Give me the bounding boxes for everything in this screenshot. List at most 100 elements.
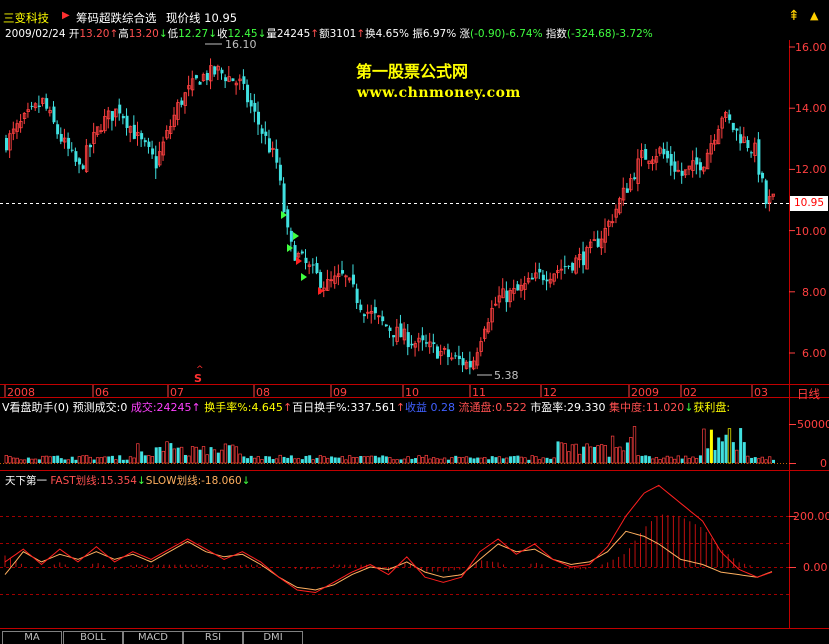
tab-macd[interactable]: MACD xyxy=(123,631,183,644)
candle-body xyxy=(56,124,60,135)
down-arrow-icon: ↓ xyxy=(136,475,146,487)
candle-body xyxy=(260,128,264,134)
volume-bar xyxy=(735,449,739,464)
volume-bar xyxy=(658,459,662,464)
candle-body xyxy=(644,148,648,160)
candle-body xyxy=(278,164,282,181)
volume-bar xyxy=(753,457,757,463)
kd-panel-title[interactable]: 天下第一 xyxy=(5,475,47,487)
low-mark: 5.38 xyxy=(494,369,519,382)
price-label-10: 10.00 xyxy=(795,225,827,238)
volume-bar xyxy=(33,458,38,464)
volume-bar xyxy=(209,447,213,463)
volume-panel-title[interactable]: V看盘助手(0) xyxy=(2,401,69,413)
volume-bar xyxy=(11,457,16,464)
price-label-8: 8.00 xyxy=(802,286,827,299)
kd-axis-top: 200.00 xyxy=(793,510,829,523)
volume-bar xyxy=(530,455,534,464)
candle-body xyxy=(739,134,743,144)
volume-bar xyxy=(359,456,363,463)
volume-bar xyxy=(479,457,483,464)
candle-body xyxy=(286,209,290,228)
volume-bar xyxy=(300,459,304,463)
volume-bar xyxy=(136,443,140,464)
volume-bar xyxy=(253,457,257,464)
candle-body xyxy=(567,265,571,267)
volume-bar xyxy=(128,456,133,464)
volume-bar xyxy=(567,451,571,464)
volume-bar xyxy=(242,456,246,463)
volume-bar xyxy=(431,457,436,464)
candle-body xyxy=(67,137,71,149)
volume-bar xyxy=(66,459,71,464)
tab-ma[interactable]: MA xyxy=(2,631,62,644)
candle-body xyxy=(257,111,261,125)
volume-bar xyxy=(428,458,432,464)
high-mark: 16.10 xyxy=(225,38,257,51)
candle-body xyxy=(220,69,224,74)
volume-bar xyxy=(212,449,217,464)
volume-bar xyxy=(669,456,673,464)
volume-bar xyxy=(457,456,461,464)
volume-bar xyxy=(362,456,366,464)
volume-bar xyxy=(95,457,100,464)
candle-body xyxy=(373,307,377,314)
candle-body xyxy=(37,105,41,107)
candle-body xyxy=(304,257,308,264)
volume-bar xyxy=(187,455,191,464)
time-label: 2009 xyxy=(631,386,659,399)
volume-bar xyxy=(4,455,8,464)
volume-bar xyxy=(618,446,622,464)
volume-bar xyxy=(494,457,498,463)
volume-bar xyxy=(435,458,439,464)
volume-bar xyxy=(366,456,370,464)
volume-bar xyxy=(198,449,202,463)
candle-body xyxy=(249,100,253,107)
candle-body xyxy=(45,98,49,109)
period-selector[interactable]: 日线 xyxy=(797,386,820,402)
volume-bar xyxy=(74,459,78,463)
candle-body xyxy=(300,251,304,254)
candle-body xyxy=(315,263,319,274)
volume-bar xyxy=(59,458,63,463)
volume-bar xyxy=(636,455,640,464)
volume-bar xyxy=(118,455,122,463)
volume-bar xyxy=(610,435,615,464)
volume-bar xyxy=(446,459,450,463)
volume-bar xyxy=(629,437,633,464)
volume-bar xyxy=(527,459,531,463)
volume-bar xyxy=(596,445,600,464)
volume-bar xyxy=(614,447,618,464)
volume-bar xyxy=(424,454,428,464)
volume-bar xyxy=(391,459,396,464)
candle-body xyxy=(351,274,355,285)
volume-bar xyxy=(326,457,330,464)
volume-bar xyxy=(293,458,297,464)
candle-body xyxy=(735,128,739,131)
volume-bar xyxy=(70,456,74,463)
volume-bar xyxy=(282,456,286,463)
volume-bar xyxy=(556,441,560,463)
volume-bar xyxy=(330,456,334,463)
candle-body xyxy=(121,115,125,119)
candle-body xyxy=(432,342,436,345)
tab-dmi[interactable]: DMI xyxy=(243,631,303,644)
volume-bar xyxy=(552,457,556,464)
tab-boll[interactable]: BOLL xyxy=(63,631,123,644)
current-price-tag: 10.95 xyxy=(790,196,828,211)
candle-body xyxy=(545,279,549,282)
candle-body xyxy=(311,264,315,266)
candle-body xyxy=(140,133,144,140)
volume-bar xyxy=(483,457,487,464)
candle-body xyxy=(264,131,268,136)
volume-axis-zero: 0 xyxy=(820,457,827,470)
candle-body xyxy=(446,349,450,358)
candle-body xyxy=(246,84,250,103)
tab-rsi[interactable]: RSI xyxy=(183,631,243,644)
candle-body xyxy=(680,170,684,176)
candle-body xyxy=(205,73,209,81)
volume-bar xyxy=(607,456,611,463)
volume-bar xyxy=(410,458,414,463)
volume-bar xyxy=(461,457,465,464)
candle-body xyxy=(728,114,732,121)
